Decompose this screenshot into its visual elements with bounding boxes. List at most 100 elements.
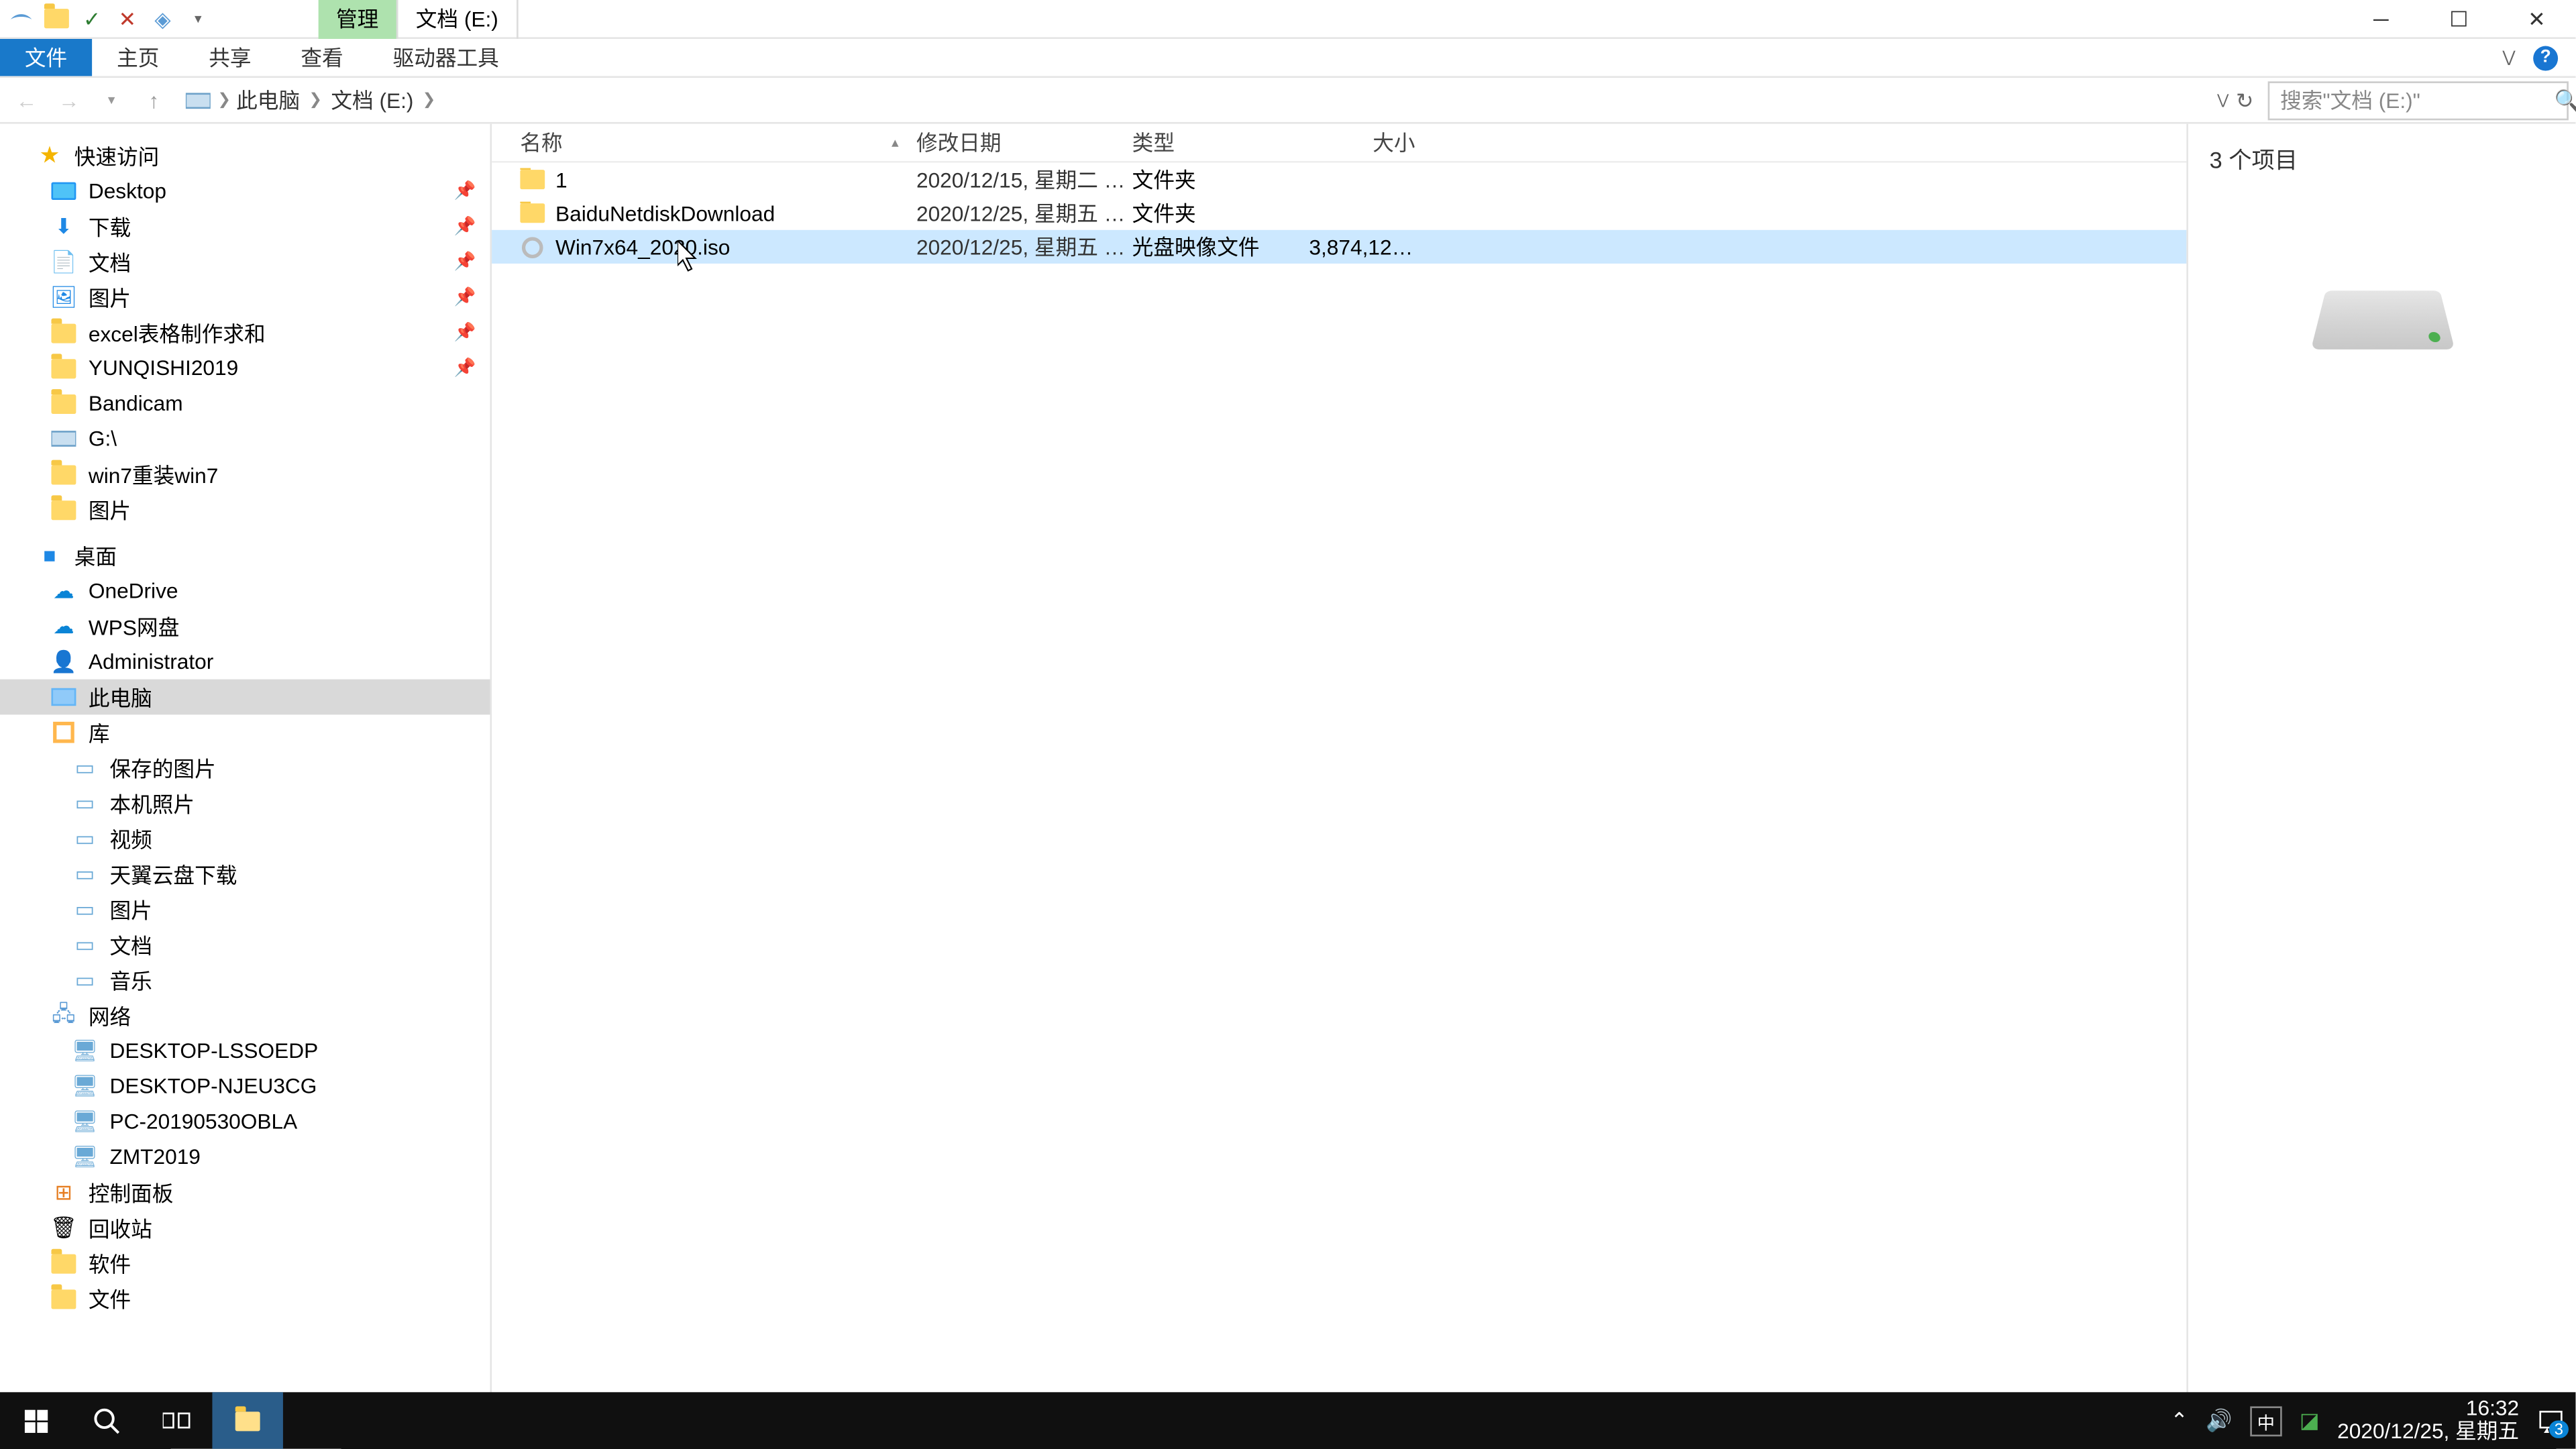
- addr-dropdown-icon[interactable]: ⋁: [2217, 92, 2229, 108]
- sidebar-quick-item[interactable]: 📄文档📌: [0, 244, 490, 280]
- chevron-right-icon[interactable]: ❯: [212, 90, 236, 109]
- tray-overflow-icon[interactable]: ⌃: [2170, 1408, 2188, 1433]
- start-button[interactable]: [0, 1392, 70, 1448]
- file-list: 名称▴ 修改日期 类型 大小 12020/12/15, 星期二 1...文件夹B…: [492, 124, 2186, 1410]
- file-date: 2020/12/25, 星期五 1...: [916, 198, 1132, 228]
- breadcrumb-this-pc[interactable]: 此电脑: [236, 85, 300, 115]
- nav-history-dropdown[interactable]: ▾: [92, 80, 131, 119]
- navigation-pane[interactable]: ★ 快速访问 Desktop📌⬇下载📌📄文档📌🖼图片📌excel表格制作求和📌Y…: [0, 124, 492, 1410]
- refresh-icon[interactable]: ↻: [2236, 88, 2254, 113]
- sidebar-control-panel[interactable]: ⊞ 控制面板: [0, 1175, 490, 1210]
- sidebar-quick-item[interactable]: Bandicam: [0, 386, 490, 421]
- search-box[interactable]: 🔍: [2268, 80, 2569, 119]
- tray-action-center[interactable]: 3: [2536, 1406, 2565, 1434]
- library-item-icon: ▭: [70, 895, 99, 923]
- breadcrumb-bar[interactable]: ❯ 此电脑 ❯ 文档 (E:) ❯: [177, 80, 2214, 119]
- taskbar-task-view[interactable]: [142, 1392, 212, 1448]
- qa-more-icon[interactable]: ◈: [149, 5, 177, 33]
- folder-icon: [520, 167, 545, 192]
- minimize-button[interactable]: ─: [2342, 0, 2420, 38]
- tray-ime[interactable]: 中: [2250, 1405, 2282, 1436]
- sidebar-library-item[interactable]: ▭天翼云盘下载: [0, 856, 490, 892]
- ribbon-expand-icon[interactable]: ⋁: [2502, 48, 2515, 67]
- sidebar-library-item[interactable]: ▭本机照片: [0, 786, 490, 821]
- column-type[interactable]: 类型: [1132, 127, 1309, 158]
- sidebar-network-item[interactable]: 🖥PC-20190530OBLA: [0, 1104, 490, 1139]
- ribbon-tab-drive-tools[interactable]: 驱动器工具: [368, 39, 524, 76]
- sidebar-library-item[interactable]: ▭视频: [0, 821, 490, 857]
- sidebar-library-item[interactable]: ▭图片: [0, 892, 490, 927]
- chevron-right-icon[interactable]: ❯: [417, 90, 441, 109]
- sidebar-desktop-item[interactable]: 👤Administrator: [0, 644, 490, 680]
- sidebar-quick-item[interactable]: 图片: [0, 492, 490, 527]
- taskbar-explorer[interactable]: [212, 1392, 282, 1448]
- sidebar-network[interactable]: 🖧 网络: [0, 998, 490, 1033]
- taskbar[interactable]: ⌃ 🔊 中 ◪ 16:32 2020/12/25, 星期五 3: [0, 1392, 2575, 1448]
- sidebar-quick-access[interactable]: ★ 快速访问: [0, 138, 490, 174]
- maximize-button[interactable]: ☐: [2420, 0, 2498, 38]
- sidebar-quick-item[interactable]: Desktop📌: [0, 173, 490, 209]
- nav-forward-button[interactable]: →: [50, 80, 89, 119]
- sidebar-library-item[interactable]: ▭文档: [0, 927, 490, 963]
- sidebar-quick-item[interactable]: 🖼图片📌: [0, 280, 490, 315]
- column-date[interactable]: 修改日期: [916, 127, 1132, 158]
- ribbon-tab-file[interactable]: 文件: [0, 39, 92, 76]
- control-panel-icon: ⊞: [50, 1178, 78, 1206]
- qa-dropdown-icon[interactable]: ▾: [184, 5, 212, 33]
- sidebar-desktop-item[interactable]: 库: [0, 714, 490, 750]
- pin-icon: 📌: [454, 181, 476, 201]
- sidebar-network-item[interactable]: 🖥ZMT2019: [0, 1139, 490, 1175]
- sidebar-desktop-item[interactable]: 此电脑: [0, 680, 490, 715]
- tray-volume-icon[interactable]: 🔊: [2206, 1408, 2232, 1433]
- sidebar-software[interactable]: 软件: [0, 1245, 490, 1281]
- picture-icon: 🖼: [50, 283, 78, 311]
- sidebar-quick-item[interactable]: win7重装win7: [0, 456, 490, 492]
- file-date: 2020/12/25, 星期五 1...: [916, 231, 1132, 262]
- qa-close-icon[interactable]: ✕: [113, 5, 142, 33]
- tray-app-icon[interactable]: ◪: [2300, 1408, 2320, 1433]
- sidebar-quick-item[interactable]: ⬇下载📌: [0, 209, 490, 244]
- help-icon[interactable]: ?: [2533, 45, 2558, 70]
- close-button[interactable]: ✕: [2498, 0, 2575, 38]
- sidebar-network-item[interactable]: 🖥DESKTOP-NJEU3CG: [0, 1069, 490, 1104]
- sidebar-library-item[interactable]: ▭音乐: [0, 963, 490, 998]
- file-name: 1: [555, 167, 568, 192]
- file-row[interactable]: Win7x64_2020.iso2020/12/25, 星期五 1...光盘映像…: [492, 230, 2186, 264]
- sidebar-desktop-item[interactable]: ☁WPS网盘: [0, 608, 490, 644]
- sidebar-recycle-bin[interactable]: 🗑 回收站: [0, 1210, 490, 1246]
- file-row[interactable]: BaiduNetdiskDownload2020/12/25, 星期五 1...…: [492, 197, 2186, 230]
- ribbon-tab-view[interactable]: 查看: [276, 39, 368, 76]
- file-rows[interactable]: 12020/12/15, 星期二 1...文件夹BaiduNetdiskDown…: [492, 163, 2186, 1410]
- sidebar-item-label: 天翼云盘下载: [109, 859, 237, 889]
- nav-up-button[interactable]: ↑: [134, 80, 173, 119]
- sidebar-quick-item[interactable]: G:\: [0, 421, 490, 457]
- sidebar-network-item[interactable]: 🖥DESKTOP-LSSOEDP: [0, 1033, 490, 1069]
- nav-back-button[interactable]: ←: [7, 80, 46, 119]
- file-row[interactable]: 12020/12/15, 星期二 1...文件夹: [492, 163, 2186, 197]
- breadcrumb-current[interactable]: 文档 (E:): [331, 85, 413, 115]
- sidebar-desktop-item[interactable]: ☁OneDrive: [0, 573, 490, 608]
- sidebar-desktop[interactable]: ■ 桌面: [0, 538, 490, 574]
- sidebar-item-label: win7重装win7: [89, 459, 218, 489]
- column-name[interactable]: 名称▴: [520, 127, 916, 158]
- sidebar-files[interactable]: 文件: [0, 1281, 490, 1316]
- search-input[interactable]: [2280, 88, 2555, 113]
- sidebar-item-label: 此电脑: [89, 682, 152, 712]
- taskbar-search[interactable]: [70, 1392, 141, 1448]
- title-tab-manage[interactable]: 管理: [319, 0, 398, 38]
- column-size[interactable]: 大小: [1309, 127, 1415, 158]
- user-icon: 👤: [50, 649, 76, 674]
- chevron-right-icon[interactable]: ❯: [303, 90, 327, 109]
- ribbon-tab-share[interactable]: 共享: [184, 39, 276, 76]
- sidebar-library-item[interactable]: ▭保存的图片: [0, 750, 490, 786]
- pin-icon: 📌: [454, 323, 476, 342]
- qa-folder-icon[interactable]: [42, 5, 70, 33]
- sidebar-quick-item[interactable]: excel表格制作求和📌: [0, 315, 490, 350]
- sidebar-quick-item[interactable]: YUNQISHI2019📌: [0, 350, 490, 386]
- ribbon-tab-home[interactable]: 主页: [92, 39, 184, 76]
- tray-clock[interactable]: 16:32 2020/12/25, 星期五: [2337, 1397, 2519, 1444]
- sidebar-item-label: 本机照片: [109, 788, 195, 818]
- search-icon[interactable]: 🔍: [2555, 88, 2576, 113]
- title-tab-location: 文档 (E:): [398, 0, 517, 38]
- qa-check-icon[interactable]: ✓: [78, 5, 106, 33]
